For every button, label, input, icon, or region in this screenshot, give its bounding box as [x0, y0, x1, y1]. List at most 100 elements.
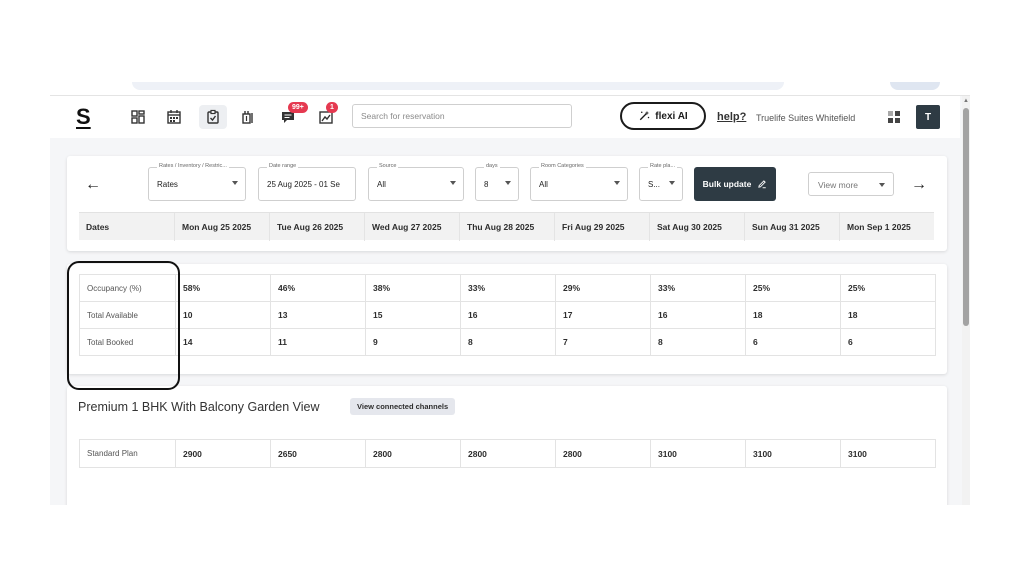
next-arrow-icon[interactable]: → [911, 176, 927, 194]
date-column-header[interactable]: Tue Aug 26 2025 [270, 213, 365, 241]
room-categories-label: Room Categories [539, 163, 586, 169]
table-cell: 58% [175, 274, 271, 302]
rate-cell[interactable]: 3100 [840, 439, 936, 468]
source-select[interactable]: Source All [368, 163, 464, 201]
clipboard-check-icon[interactable] [199, 105, 227, 129]
table-cell: 16 [650, 301, 746, 329]
rate-plan-value: S... [648, 180, 661, 189]
view-connected-channels-button[interactable]: View connected channels [350, 398, 456, 415]
app-logo[interactable]: S [76, 104, 91, 130]
date-column-header[interactable]: Sun Aug 31 2025 [745, 213, 840, 241]
table-cell: 29% [555, 274, 651, 302]
table-cell: 6 [745, 328, 841, 356]
date-column-header[interactable]: Fri Aug 29 2025 [555, 213, 650, 241]
rate-cell[interactable]: 3100 [650, 439, 746, 468]
chevron-down-icon [879, 183, 885, 187]
chat-icon[interactable]: 99+ [276, 102, 308, 129]
user-avatar[interactable]: T [916, 105, 940, 129]
browser-address-bar [132, 82, 784, 90]
table-row: Total Booked 14 11 9 8 7 8 6 6 [79, 328, 936, 356]
bulk-update-button[interactable]: Bulk update [694, 167, 776, 201]
rate-cell[interactable]: 2800 [365, 439, 461, 468]
dashboard-icon[interactable] [126, 105, 150, 129]
inventory-stats-card: Occupancy (%) 58% 46% 38% 33% 29% 33% 25… [67, 264, 947, 374]
date-range-value: 25 Aug 2025 - 01 Se [267, 180, 340, 189]
rate-cell[interactable]: 2900 [175, 439, 271, 468]
table-cell: 17 [555, 301, 651, 329]
source-select-value: All [377, 180, 386, 189]
app-grid-icon[interactable] [888, 111, 900, 123]
date-column-header[interactable]: Sat Aug 30 2025 [650, 213, 745, 241]
app-window: S 99+ 1 flexi AI help? Truelife Suites W… [50, 95, 970, 505]
scrollbar-thumb[interactable] [963, 108, 969, 326]
annotation-highlight-box [67, 261, 180, 390]
table-cell: 13 [270, 301, 366, 329]
help-link[interactable]: help? [717, 111, 746, 123]
dates-header-row: Dates Mon Aug 25 2025 Tue Aug 26 2025 We… [79, 212, 934, 241]
date-range-field[interactable]: Date range 25 Aug 2025 - 01 Se [258, 163, 356, 201]
table-row: Total Available 10 13 15 16 17 16 18 18 [79, 301, 936, 329]
rate-cell[interactable]: 2800 [555, 439, 651, 468]
table-cell: 18 [840, 301, 936, 329]
table-cell: 6 [840, 328, 936, 356]
table-cell: 33% [460, 274, 556, 302]
room-categories-value: All [539, 180, 548, 189]
rate-cell[interactable]: 3100 [745, 439, 841, 468]
prev-arrow-icon[interactable]: ← [85, 176, 101, 194]
date-column-header[interactable]: Thu Aug 28 2025 [460, 213, 555, 241]
table-cell: 38% [365, 274, 461, 302]
view-more-label: View more [818, 180, 858, 190]
table-cell: 7 [555, 328, 651, 356]
table-cell: 33% [650, 274, 746, 302]
bulk-update-label: Bulk update [702, 179, 752, 189]
rate-plan-label: Rate pla... [648, 163, 678, 169]
date-column-header[interactable]: Wed Aug 27 2025 [365, 213, 460, 241]
magic-wand-icon [640, 110, 650, 121]
chevron-down-icon [505, 181, 511, 185]
luggage-icon[interactable] [236, 105, 260, 129]
source-select-label: Source [377, 163, 399, 169]
table-cell: 8 [460, 328, 556, 356]
rate-cell[interactable]: 2650 [270, 439, 366, 468]
calendar-icon[interactable] [162, 105, 186, 129]
table-cell: 10 [175, 301, 271, 329]
rate-plan-select[interactable]: Rate pla... S... [639, 163, 683, 201]
table-cell: 9 [365, 328, 461, 356]
inventory-stats-table: Occupancy (%) 58% 46% 38% 33% 29% 33% 25… [79, 274, 936, 356]
rates-select[interactable]: Rates / Inventory / Restric... Rates [148, 163, 246, 201]
chevron-down-icon [669, 181, 675, 185]
chevron-down-icon [232, 181, 238, 185]
flexi-ai-label: flexi AI [655, 110, 688, 122]
view-more-select[interactable]: View more [808, 172, 894, 196]
top-header: S 99+ 1 flexi AI help? Truelife Suites W… [50, 96, 960, 138]
table-cell: 8 [650, 328, 746, 356]
flexi-ai-button[interactable]: flexi AI [620, 102, 706, 130]
date-column-header[interactable]: Mon Aug 25 2025 [175, 213, 270, 241]
rate-cell[interactable]: 2800 [460, 439, 556, 468]
browser-profile-button[interactable] [890, 82, 940, 90]
hotel-name[interactable]: Truelife Suites Whitefield [756, 113, 855, 123]
search-input[interactable] [352, 104, 572, 128]
scroll-up-icon[interactable]: ▲ [963, 98, 969, 104]
days-select[interactable]: days 8 [475, 163, 519, 201]
plan-label: Standard Plan [79, 439, 176, 468]
rates-select-label: Rates / Inventory / Restric... [157, 163, 229, 169]
chart-icon[interactable]: 1 [314, 102, 338, 129]
days-select-value: 8 [484, 180, 489, 189]
table-cell: 25% [745, 274, 841, 302]
chat-badge: 99+ [288, 102, 308, 113]
pencil-icon [758, 180, 767, 189]
filter-bar: ← Rates / Inventory / Restric... Rates D… [67, 156, 947, 208]
room-categories-select[interactable]: Room Categories All [530, 163, 628, 201]
table-cell: 25% [840, 274, 936, 302]
room-category-card: Premium 1 BHK With Balcony Garden View V… [67, 386, 947, 505]
date-column-header[interactable]: Mon Sep 1 2025 [840, 213, 934, 241]
filter-card: ← Rates / Inventory / Restric... Rates D… [67, 156, 947, 251]
room-title: Premium 1 BHK With Balcony Garden View [78, 400, 320, 414]
chevron-down-icon [614, 181, 620, 185]
dates-header-label: Dates [79, 213, 175, 241]
table-cell: 14 [175, 328, 271, 356]
table-cell: 46% [270, 274, 366, 302]
table-row: Standard Plan 2900 2650 2800 2800 2800 3… [79, 439, 936, 468]
table-cell: 16 [460, 301, 556, 329]
